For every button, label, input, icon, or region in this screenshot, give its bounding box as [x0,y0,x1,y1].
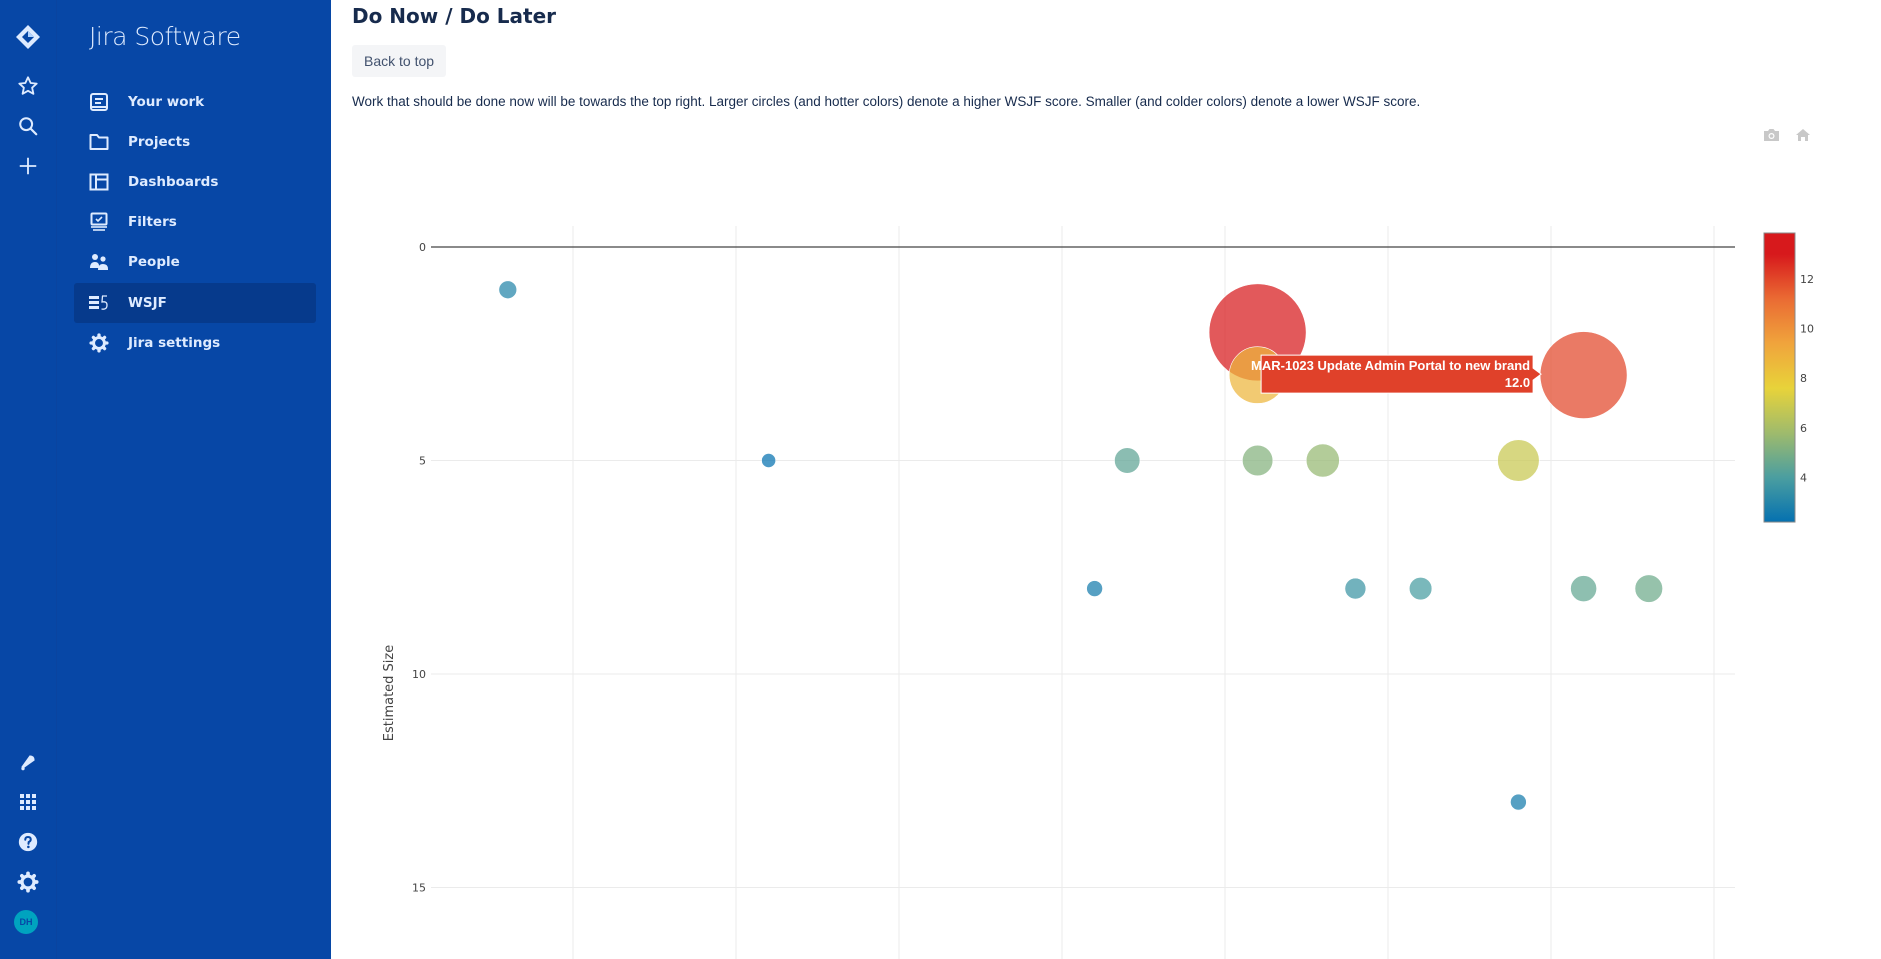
colorbar-tick-label: 8 [1800,372,1807,385]
bubble-point[interactable] [1344,577,1367,600]
colorbar-tick-label: 12 [1800,273,1814,286]
colorbar-tick-label: 6 [1800,422,1807,435]
bubble-point[interactable] [1539,331,1628,419]
y-axis-title: Estimated Size [382,645,397,742]
y-tick-label: 10 [412,668,426,681]
tooltip-title: MAR-1023 Update Admin Portal to new bran… [1251,358,1530,373]
hover-tooltip: MAR-1023 Update Admin Portal to new bran… [1251,354,1542,394]
bubble-point[interactable] [1408,576,1433,601]
bubble-point[interactable] [761,453,776,468]
y-tick-label: 5 [419,455,426,468]
y-tick-label: 0 [419,241,426,254]
bubble-point[interactable] [1497,439,1540,482]
colorbar-tick-label: 10 [1800,323,1814,336]
bubble-point[interactable] [1086,580,1103,597]
bubble-point[interactable] [1570,575,1597,602]
bubble-point[interactable] [1114,447,1141,474]
bubble-point[interactable] [1510,793,1527,811]
wsjf-bubble-chart: 0 5 10 15 Estimated Size 4 6 8 10 12 MAR-1023 U… [382,226,1814,959]
colorbar-tick-label: 4 [1800,471,1807,484]
bubble-point[interactable] [1242,444,1274,477]
bubble-point[interactable] [1305,443,1340,478]
colorbar [1763,232,1796,523]
bubble-point[interactable] [1634,574,1663,603]
y-tick-label: 15 [412,882,426,895]
bubble-point[interactable] [498,280,518,299]
tooltip-value: 12.0 [1505,375,1530,390]
